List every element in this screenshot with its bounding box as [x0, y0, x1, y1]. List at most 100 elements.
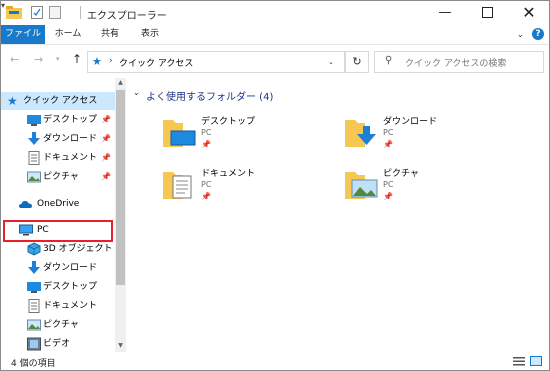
breadcrumb[interactable]: クイック アクセス — [119, 56, 193, 69]
sidebar-item-label: OneDrive — [37, 199, 80, 209]
tab-view[interactable]: 表示 — [137, 25, 163, 44]
desktop-icon — [27, 282, 41, 293]
documents-folder-icon — [163, 172, 192, 199]
address-toolbar: ← → ▾ ↑ ★ › クイック アクセス ⌄ ↻ ⚲ クイック アクセスの検索 — [1, 45, 549, 77]
quick-access-star-icon: ★ — [92, 55, 102, 68]
sidebar-item-label: デスクトップ — [43, 115, 98, 125]
navigation-pane: ★ クイック アクセス デスクトップ 📌 ダウンロード 📌 ドキュメント 📌 ピ… — [1, 78, 127, 352]
maximize-icon — [481, 7, 493, 18]
pin-icon: 📌 — [201, 192, 211, 201]
pin-icon: 📌 — [201, 140, 211, 149]
sidebar-item-videos[interactable]: ビデオ — [1, 335, 115, 353]
tile-name: ダウンロード — [383, 117, 438, 127]
pin-icon: 📌 — [101, 172, 111, 181]
pin-icon: 📌 — [101, 153, 111, 162]
breadcrumb-separator[interactable]: › — [109, 56, 113, 66]
details-view-icon[interactable] — [513, 356, 525, 366]
tab-share[interactable]: 共有 — [97, 25, 123, 44]
sidebar-item-label: ダウンロード — [43, 263, 98, 273]
search-input[interactable]: クイック アクセスの検索 — [405, 56, 506, 69]
help-icon[interactable]: ? — [532, 28, 544, 40]
scrollbar-thumb[interactable] — [116, 90, 125, 285]
sidebar-item-downloads[interactable]: ダウンロード — [1, 259, 115, 277]
address-bar[interactable]: ★ › クイック アクセス ⌄ — [87, 51, 345, 73]
folder-tile-pictures[interactable]: ピクチャ PC 📌 — [343, 166, 523, 212]
sidebar-item-documents[interactable]: ドキュメント — [1, 297, 115, 315]
tab-file[interactable]: ファイル — [1, 25, 45, 44]
minimize-button[interactable]: — — [425, 1, 465, 25]
desktop-folder-icon — [163, 120, 196, 147]
sidebar-item-label: デスクトップ — [43, 282, 98, 292]
chevron-down-icon[interactable]: ⌄ — [133, 88, 140, 97]
address-dropdown-icon[interactable]: ⌄ — [328, 58, 334, 66]
back-button[interactable]: ← — [10, 53, 19, 66]
close-button[interactable]: ✕ — [509, 1, 549, 25]
maximize-button[interactable] — [467, 1, 507, 25]
properties-icon[interactable] — [31, 6, 43, 19]
sidebar-item-pictures[interactable]: ピクチャ 📌 — [1, 168, 115, 186]
sidebar-item-label: クイック アクセス — [23, 96, 98, 106]
sidebar-item-quick-access[interactable]: ★ クイック アクセス — [1, 92, 115, 110]
content-pane: ⌄ よく使用するフォルダー (4) デスクトップ PC 📌 ダウンロード PC … — [127, 78, 549, 352]
status-bar: 4 個の項目 — [1, 352, 549, 370]
3d-objects-icon — [27, 242, 41, 256]
recent-locations-icon[interactable]: ▾ — [56, 55, 60, 63]
picture-icon — [27, 171, 41, 183]
document-icon — [28, 299, 40, 313]
refresh-button[interactable]: ↻ — [345, 51, 369, 73]
sidebar-item-desktop[interactable]: デスクトップ 📌 — [1, 111, 115, 129]
folder-tile-documents[interactable]: ドキュメント PC 📌 — [161, 166, 341, 212]
tile-name: デスクトップ — [201, 117, 256, 127]
desktop-icon — [27, 115, 41, 126]
pin-icon: 📌 — [383, 140, 393, 149]
tile-location: PC — [383, 128, 394, 137]
scroll-down-icon[interactable]: ▼ — [115, 341, 126, 351]
download-folder-icon — [345, 120, 376, 147]
large-icons-view-icon[interactable] — [530, 356, 542, 366]
sidebar-item-label: ダウンロード — [43, 134, 98, 144]
star-icon: ★ — [7, 94, 18, 108]
folder-tile-desktop[interactable]: デスクトップ PC 📌 — [161, 114, 341, 160]
new-folder-icon[interactable] — [49, 6, 61, 19]
title-separator — [80, 6, 81, 19]
tile-location: PC — [383, 180, 394, 189]
group-title: よく使用するフォルダー (4) — [146, 92, 274, 103]
item-count: 4 個の項目 — [11, 359, 56, 369]
up-button[interactable]: ↑ — [72, 52, 82, 66]
pin-icon: 📌 — [101, 134, 111, 143]
pictures-folder-icon — [345, 172, 378, 199]
download-icon — [28, 261, 40, 274]
expand-ribbon-icon[interactable]: ⌄ — [517, 30, 524, 39]
tile-name: ピクチャ — [383, 169, 419, 179]
pc-highlight-box — [3, 220, 113, 242]
sidebar-item-label: ドキュメント — [43, 153, 98, 163]
download-icon — [28, 132, 40, 145]
tab-home[interactable]: ホーム — [51, 25, 85, 44]
sidebar-item-documents[interactable]: ドキュメント 📌 — [1, 149, 115, 167]
navigation-scrollbar[interactable]: ▲ ▼ — [115, 78, 126, 352]
explorer-window: ▾ エクスプローラー — ✕ ファイル ホーム 共有 表示 ⌄ ? ← → ▾ … — [0, 0, 550, 371]
sidebar-item-label: ドキュメント — [43, 301, 98, 311]
tile-location: PC — [201, 128, 212, 137]
cloud-icon — [19, 201, 32, 208]
sidebar-item-desktop[interactable]: デスクトップ — [1, 278, 115, 296]
folder-tile-downloads[interactable]: ダウンロード PC 📌 — [343, 114, 523, 160]
sidebar-item-downloads[interactable]: ダウンロード 📌 — [1, 130, 115, 148]
search-box[interactable]: ⚲ クイック アクセスの検索 — [374, 51, 544, 73]
sidebar-item-3d-objects[interactable]: 3D オブジェクト — [1, 240, 115, 258]
sidebar-item-label: 3D オブジェクト — [43, 244, 113, 254]
folder-app-icon — [6, 6, 22, 19]
video-icon — [27, 337, 41, 351]
sidebar-item-pictures[interactable]: ピクチャ — [1, 316, 115, 334]
sidebar-item-onedrive[interactable]: OneDrive — [1, 195, 115, 213]
scroll-up-icon[interactable]: ▲ — [115, 78, 126, 88]
sidebar-item-label: ピクチャ — [43, 172, 79, 182]
forward-button[interactable]: → — [34, 53, 43, 66]
quick-access-toolbar-dropdown-icon[interactable]: ▾ — [1, 1, 5, 10]
document-icon — [28, 151, 40, 165]
picture-icon — [27, 319, 41, 331]
title-bar: ▾ エクスプローラー — ✕ — [1, 1, 549, 25]
tile-name: ドキュメント — [201, 169, 256, 179]
search-icon: ⚲ — [385, 55, 393, 66]
window-title: エクスプローラー — [87, 11, 167, 22]
